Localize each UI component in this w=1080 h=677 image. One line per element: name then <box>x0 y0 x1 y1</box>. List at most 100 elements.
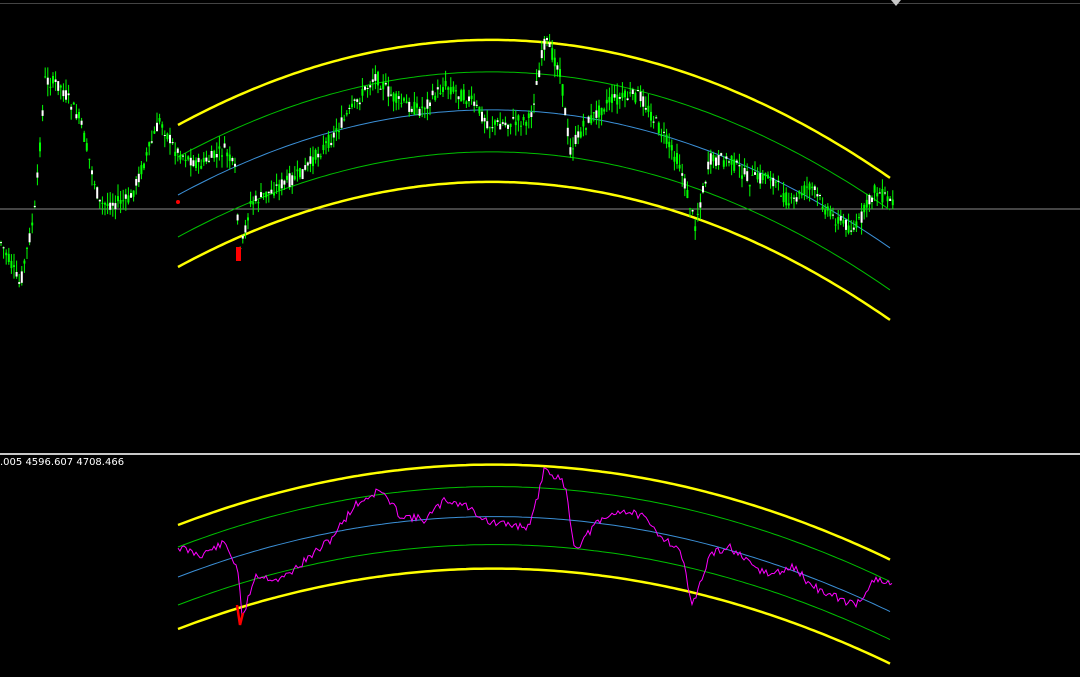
candle-body <box>787 203 790 206</box>
candle-body <box>720 153 723 156</box>
candle-body <box>488 127 491 129</box>
candle-body <box>668 141 671 148</box>
chart-app: .005 4596.607 4708.466 <box>0 0 1080 677</box>
candle-body <box>148 142 151 147</box>
candle-body <box>712 154 715 162</box>
candle-body <box>163 135 166 136</box>
candle-body <box>793 197 795 199</box>
candle-body <box>31 222 34 226</box>
candle-body <box>379 88 382 90</box>
candle-body <box>260 192 262 197</box>
candle-body <box>819 195 821 196</box>
candle-body <box>135 179 138 186</box>
candle-body <box>392 93 395 102</box>
indicator-subwindow[interactable] <box>0 455 1080 677</box>
candle-body <box>62 90 65 97</box>
candle-body <box>231 158 234 162</box>
candle-body <box>738 165 741 167</box>
candle-body <box>600 107 603 116</box>
candle-body <box>811 186 814 189</box>
candle-body <box>527 113 530 118</box>
candle-body <box>247 217 249 221</box>
candle-body <box>621 92 624 98</box>
candle-body <box>512 117 515 119</box>
candle-body <box>408 101 411 112</box>
candle-body <box>439 92 442 94</box>
candle-body <box>78 112 80 119</box>
candle-body <box>426 99 429 109</box>
candle-body <box>83 132 86 142</box>
candle-body <box>205 157 208 162</box>
candle-body <box>475 104 478 106</box>
candle-body <box>382 82 385 90</box>
candle-body <box>725 156 728 159</box>
candle-body <box>832 214 834 216</box>
candle-body <box>218 146 221 149</box>
candle-body <box>36 172 39 178</box>
candle-body <box>442 87 444 92</box>
candle-body <box>156 122 158 132</box>
candle-body <box>234 163 236 167</box>
candle-body <box>595 110 598 118</box>
candle-body <box>176 148 179 153</box>
candle-body <box>460 90 463 102</box>
candle-body <box>889 198 892 201</box>
candle-body <box>824 209 827 215</box>
signal-mark <box>236 247 241 261</box>
candle-body <box>774 181 777 183</box>
candle-body <box>106 203 109 206</box>
candle-body <box>140 165 143 175</box>
candle-body <box>543 38 546 50</box>
candle-body <box>228 154 231 161</box>
candle-body <box>93 184 96 186</box>
candle-body <box>369 85 372 88</box>
candle-body <box>702 186 704 193</box>
candle-body <box>624 90 626 98</box>
candle-body <box>590 115 593 124</box>
candle-body <box>15 272 18 277</box>
candle-body <box>470 95 473 99</box>
candle-body <box>670 145 673 151</box>
candle-body <box>374 74 377 81</box>
candle-body <box>462 89 465 101</box>
candle-body <box>499 123 502 130</box>
candle-body <box>413 101 416 115</box>
candle-body <box>278 184 281 191</box>
candle-body <box>221 155 223 157</box>
candle-body <box>455 90 457 92</box>
candle-body <box>748 184 751 187</box>
candle-body <box>884 192 886 194</box>
candle-body <box>309 156 312 164</box>
candle-body <box>509 123 512 127</box>
main-price-chart[interactable] <box>0 0 1080 453</box>
candle-body <box>746 171 749 181</box>
candle-body <box>330 142 333 146</box>
candle-body <box>868 195 871 205</box>
candle-body <box>65 90 67 100</box>
candle-body <box>46 77 49 85</box>
candle-body <box>631 89 634 94</box>
candle-body <box>813 186 816 190</box>
candle-body <box>465 101 468 105</box>
candle-body <box>655 117 658 119</box>
candle-body <box>59 85 62 88</box>
candle-body <box>397 96 400 99</box>
candle-body <box>296 169 299 172</box>
candle-body <box>88 158 91 160</box>
candle-body <box>795 197 798 202</box>
candle-body <box>184 159 187 161</box>
candle-body <box>611 94 613 103</box>
indicator-channel <box>177 463 891 665</box>
candle-body <box>751 174 754 176</box>
candle-body <box>145 152 148 156</box>
candle-body <box>855 221 858 228</box>
candle-body <box>301 169 304 179</box>
candle-body <box>44 76 47 78</box>
candle-body <box>876 193 879 197</box>
signal-dot <box>176 200 180 204</box>
candle-body <box>33 205 36 208</box>
candle-body <box>418 108 421 116</box>
candle-body <box>629 92 632 94</box>
candle-body <box>410 108 413 112</box>
candle-body <box>130 193 132 198</box>
